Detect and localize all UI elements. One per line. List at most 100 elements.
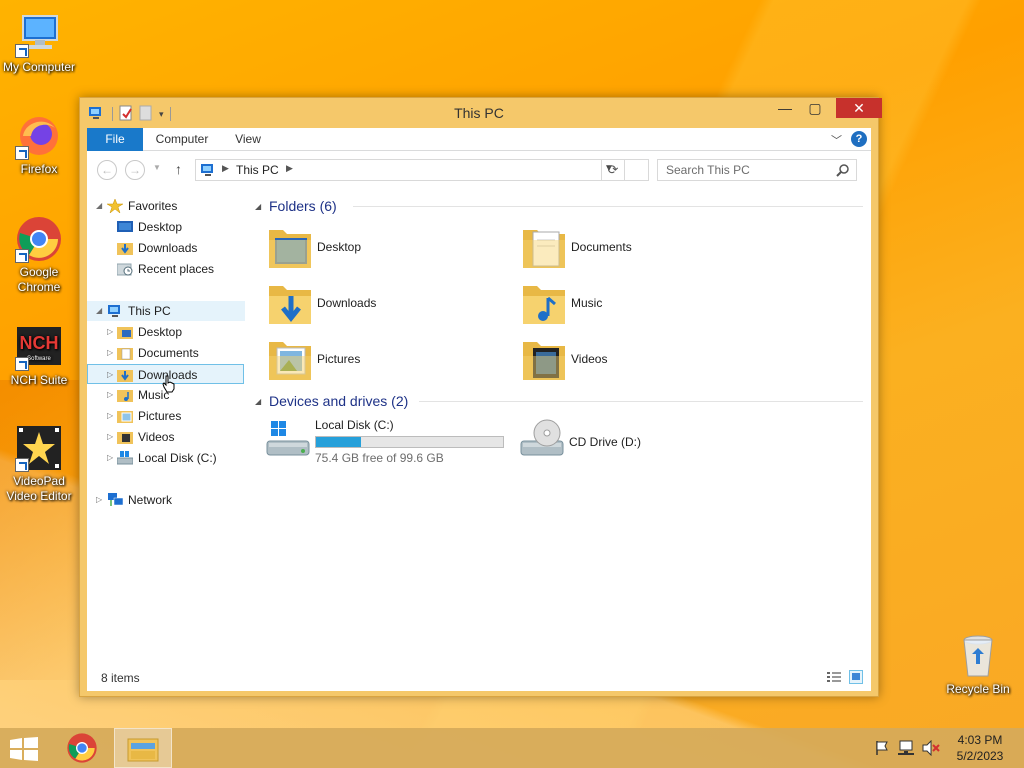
taskbar-file-explorer-button[interactable] [114, 728, 172, 768]
tree-label: Videos [138, 430, 175, 444]
drive-tile-local-disk[interactable]: Local Disk (C:) 75.4 GB free of 99.6 GB [265, 417, 509, 465]
drive-tile-cd-drive[interactable]: CD Drive (D:) [519, 417, 763, 465]
action-center-flag-icon[interactable] [874, 740, 892, 756]
maximize-button[interactable]: ▢ [802, 98, 828, 118]
expand-triangle-icon[interactable]: ▷ [107, 448, 113, 468]
tree-label: Desktop [138, 220, 183, 234]
folder-tile-desktop[interactable]: Desktop [267, 222, 507, 274]
expand-triangle-icon[interactable]: ▷ [107, 365, 113, 385]
expand-triangle-icon[interactable]: ▷ [96, 490, 102, 510]
nch-icon: NCH Software [15, 323, 63, 371]
videos-folder-icon [117, 430, 133, 444]
tree-label: Documents [138, 346, 199, 360]
collapse-group-triangle-icon[interactable]: ◢ [255, 397, 261, 406]
desktop-icon-videopad[interactable]: VideoPad Video Editor [1, 424, 77, 504]
tree-item-favorites[interactable]: ◢ Favorites [87, 196, 247, 216]
search-icon[interactable] [836, 163, 850, 177]
windows-logo-icon [10, 737, 38, 761]
shortcut-arrow-icon [15, 458, 29, 472]
back-button[interactable]: ← [97, 160, 117, 180]
expand-triangle-icon[interactable]: ▷ [107, 343, 113, 363]
folder-tile-documents[interactable]: Documents [521, 222, 761, 274]
svg-text:NCH: NCH [20, 333, 59, 353]
drive-name: CD Drive (D:) [569, 435, 641, 449]
desktop-icon-my-computer[interactable]: My Computer [1, 10, 77, 75]
tree-label: Pictures [138, 409, 182, 423]
collapse-triangle-icon[interactable]: ◢ [96, 196, 102, 216]
expand-triangle-icon[interactable]: ▷ [107, 322, 113, 342]
folder-tile-pictures[interactable]: Pictures [267, 334, 507, 386]
this-pc-icon [200, 163, 218, 180]
tree-item-pc-videos[interactable]: ▷ Videos [87, 427, 247, 447]
expand-triangle-icon[interactable]: ▷ [107, 385, 113, 405]
folder-label: Desktop [317, 240, 362, 254]
refresh-button[interactable]: ⟳ [601, 159, 625, 181]
pictures-folder-icon [117, 409, 133, 423]
folder-tile-videos[interactable]: Videos [521, 334, 761, 386]
tab-file[interactable]: File [87, 128, 143, 151]
network-icon [107, 493, 124, 507]
search-input[interactable] [658, 160, 832, 180]
forward-button[interactable]: → [125, 160, 145, 180]
chrome-icon [15, 215, 63, 263]
recent-locations-chevron-down-icon[interactable]: ▼ [153, 163, 161, 172]
tree-item-this-pc[interactable]: ◢ This PC [87, 301, 245, 321]
tree-item-favorites-desktop[interactable]: Desktop [87, 217, 247, 237]
details-view-icon[interactable] [827, 671, 841, 683]
file-explorer-icon [127, 738, 159, 762]
taskbar-chrome-button[interactable] [60, 728, 104, 768]
tree-item-favorites-downloads[interactable]: Downloads [87, 238, 247, 258]
firefox-icon [15, 112, 63, 160]
expand-ribbon-chevron-down-icon[interactable]: ﹀ [831, 132, 842, 148]
shortcut-arrow-icon [15, 249, 29, 263]
this-pc-icon [107, 304, 123, 318]
tree-item-network[interactable]: ▷ Network [87, 490, 247, 510]
folder-tile-music[interactable]: Music [521, 278, 761, 330]
music-folder-icon [521, 278, 567, 328]
desktop-icon-recycle-bin[interactable]: Recycle Bin [940, 632, 1016, 697]
devices-group-header[interactable]: Devices and drives (2) [269, 393, 408, 409]
downloads-folder-icon [267, 278, 313, 328]
network-tray-icon[interactable] [898, 740, 916, 756]
tree-item-pc-desktop[interactable]: ▷ Desktop [87, 322, 247, 342]
desktop-icon-nch-suite[interactable]: NCH Software NCH Suite [1, 323, 77, 388]
volume-muted-icon[interactable] [922, 739, 940, 757]
breadcrumb-chevron-right-icon[interactable]: ▶ [222, 163, 229, 174]
collapse-group-triangle-icon[interactable]: ◢ [255, 202, 261, 211]
collapse-triangle-icon[interactable]: ◢ [96, 301, 102, 321]
minimize-button[interactable]: — [772, 98, 798, 118]
desktop-icon-firefox[interactable]: Firefox [1, 112, 77, 177]
clock-time[interactable]: 4:03 PM [950, 733, 1010, 747]
help-button[interactable]: ? [851, 131, 867, 147]
taskbar: 4:03 PM 5/2/2023 [0, 728, 1024, 768]
close-button[interactable]: ✕ [836, 98, 882, 118]
title-bar[interactable]: ▾ This PC — ▢ ✕ [80, 98, 882, 128]
folder-label: Downloads [317, 296, 377, 310]
address-bar[interactable]: ▶ This PC ▶ ▼ [195, 159, 649, 181]
tree-item-pc-pictures[interactable]: ▷ Pictures [87, 406, 247, 426]
tree-item-pc-local-disk[interactable]: ▷ Local Disk (C:) [87, 448, 247, 468]
desktop-icon-label: NCH Suite [10, 373, 68, 387]
shortcut-arrow-icon [15, 357, 29, 371]
star-icon [106, 198, 124, 214]
tree-item-pc-documents[interactable]: ▷ Documents [87, 343, 247, 363]
expand-triangle-icon[interactable]: ▷ [107, 427, 113, 447]
downloads-folder-icon [117, 368, 133, 382]
clock-date[interactable]: 5/2/2023 [950, 749, 1010, 763]
up-button[interactable]: ↑ [175, 161, 182, 177]
folders-group-header[interactable]: Folders (6) [269, 198, 337, 214]
large-icons-view-icon[interactable] [849, 670, 863, 684]
tab-view[interactable]: View [223, 128, 273, 151]
desktop-icon-chrome[interactable]: Google Chrome [1, 215, 77, 295]
breadcrumb-chevron-right-icon[interactable]: ▶ [286, 163, 293, 174]
tree-item-recent-places[interactable]: Recent places [87, 259, 247, 279]
tree-label: Local Disk (C:) [138, 451, 217, 465]
breadcrumb-this-pc[interactable]: This PC [236, 163, 279, 177]
tab-computer[interactable]: Computer [147, 128, 217, 151]
start-button[interactable] [10, 737, 38, 761]
cd-drive-icon [519, 417, 565, 467]
expand-triangle-icon[interactable]: ▷ [107, 406, 113, 426]
downloads-folder-icon [117, 241, 133, 255]
folder-tile-downloads[interactable]: Downloads [267, 278, 507, 330]
documents-folder-icon [117, 346, 133, 360]
